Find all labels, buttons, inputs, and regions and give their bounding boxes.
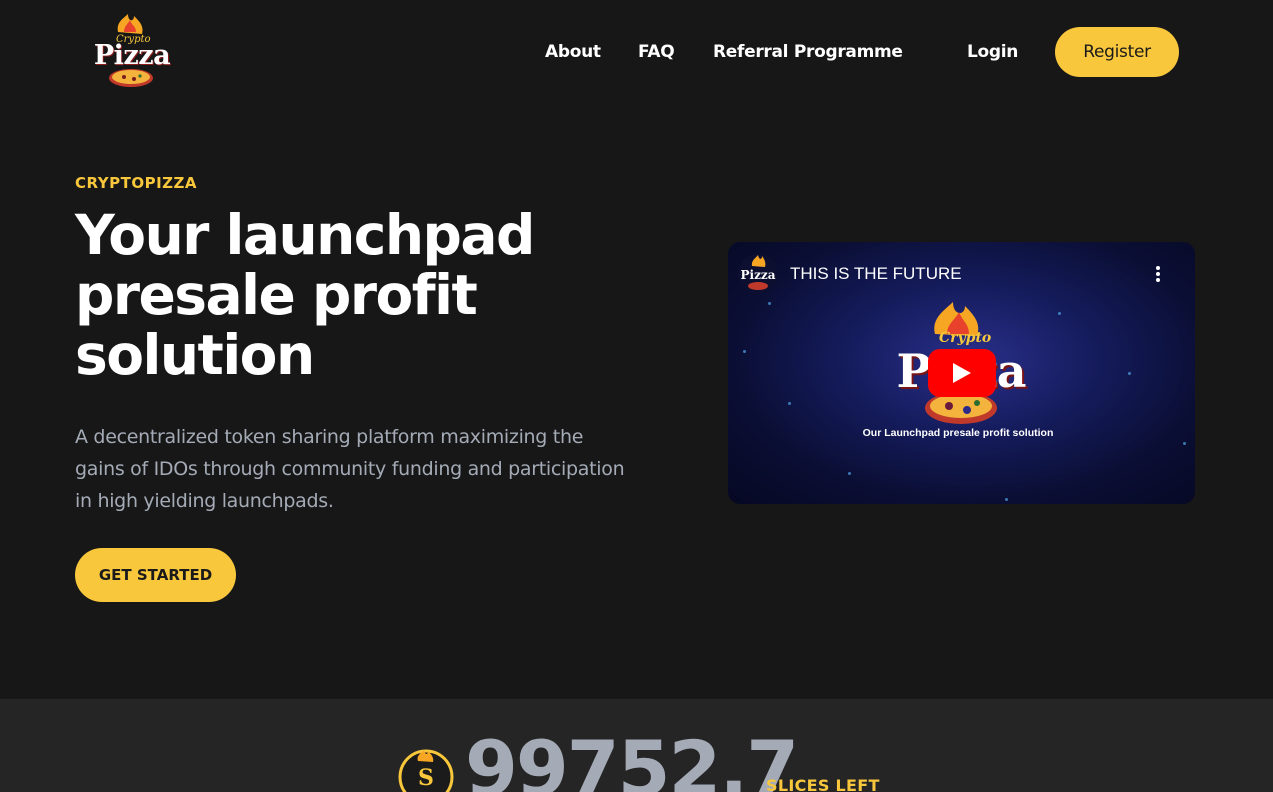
cryptopizza-logo[interactable]: Crypto Pizza (88, 14, 174, 88)
nav-link-about[interactable]: About (545, 42, 601, 62)
pizza-logo-icon: Pizza (741, 255, 776, 290)
video-caption: Our Launchpad presale profit solution (862, 427, 1054, 439)
hero-description: A decentralized token sharing platform m… (75, 426, 625, 512)
video-sparkle (1183, 442, 1186, 445)
video-sparkle (848, 472, 851, 475)
nav-link-faq[interactable]: FAQ (638, 42, 675, 62)
video-sparkle (743, 350, 746, 353)
svg-text:Pizza: Pizza (741, 268, 776, 282)
video-sparkle (1005, 498, 1008, 501)
slices-left-label: SLICES LEFT (766, 776, 880, 792)
channel-avatar[interactable]: Pizza (738, 254, 778, 294)
register-button[interactable]: Register (1055, 27, 1179, 77)
youtube-video-embed[interactable]: Pizza THIS IS THE FUTURE Crypto Pizza Ou… (728, 242, 1195, 504)
play-triangle-icon (953, 363, 971, 383)
youtube-play-icon[interactable] (928, 349, 996, 397)
slice-coin-icon: S (398, 749, 454, 792)
slices-left-value: 99752.7 (465, 724, 799, 792)
slices-stats-bar: S 99752.7 SLICES LEFT (0, 699, 1273, 792)
more-vertical-icon[interactable] (1150, 262, 1166, 286)
get-started-button[interactable]: GET STARTED (75, 548, 236, 602)
video-sparkle (788, 402, 791, 405)
nav-link-referral-programme[interactable]: Referral Programme (713, 42, 903, 62)
hero-title: Your launchpad presale profit solution (75, 203, 535, 387)
video-sparkle (1058, 312, 1061, 315)
svg-text:S: S (418, 765, 434, 791)
video-title[interactable]: THIS IS THE FUTURE (790, 264, 962, 284)
video-sparkle (1128, 372, 1131, 375)
login-link[interactable]: Login (967, 42, 1018, 62)
hero-eyebrow: CRYPTOPIZZA (75, 174, 198, 192)
logo-word: Pizza (93, 40, 171, 71)
video-sparkle (768, 302, 771, 305)
top-navigation: Crypto Pizza About FAQ Referral Programm… (0, 0, 1273, 105)
